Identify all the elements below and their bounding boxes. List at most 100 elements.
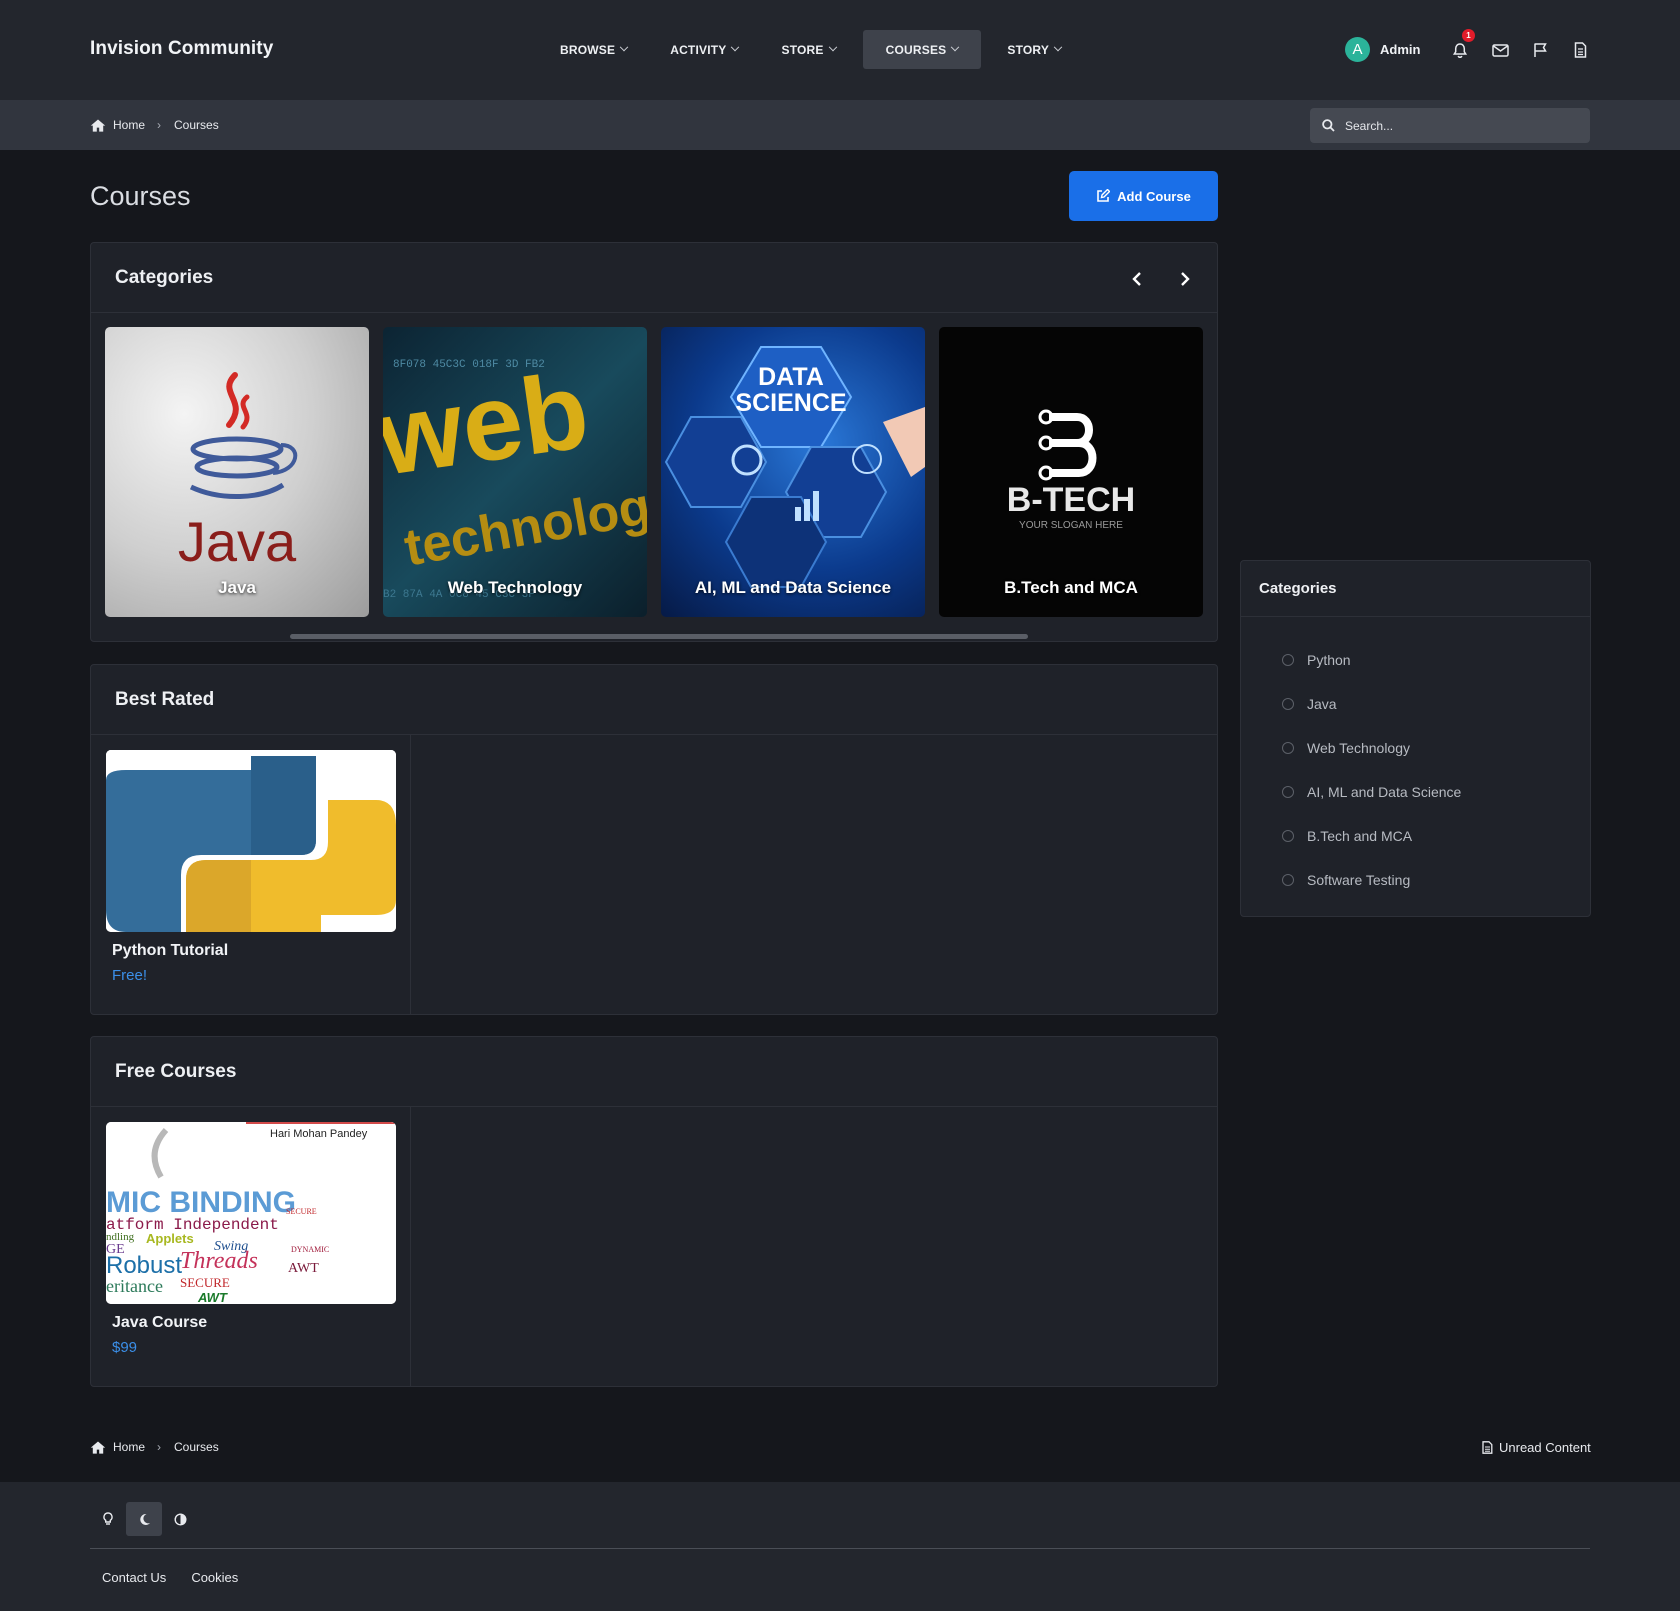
moon-icon xyxy=(139,1513,150,1525)
notifications-button[interactable]: 1 xyxy=(1440,29,1480,62)
svg-text:DYNAMIC: DYNAMIC xyxy=(291,1245,329,1254)
nav-activity[interactable]: ACTIVITY xyxy=(658,30,750,69)
best-rated-title: Best Rated xyxy=(115,688,215,710)
categories-panel: Categories Java Java 8F078 45C3C 018F 3D… xyxy=(90,242,1218,642)
course-name[interactable]: Java Course xyxy=(112,1314,207,1332)
best-rated-panel: Best Rated Python Tutorial Free! xyxy=(90,664,1218,1015)
cookies-link[interactable]: Cookies xyxy=(191,1570,238,1585)
nav-activity-label: ACTIVITY xyxy=(670,42,727,57)
sidebar-categories: Categories Python Java Web Technology AI… xyxy=(1240,560,1591,917)
reports-button[interactable] xyxy=(1520,38,1560,62)
category-card-java[interactable]: Java Java xyxy=(105,327,369,617)
sidebar-item-label: AI, ML and Data Science xyxy=(1307,784,1462,800)
breadcrumb-current[interactable]: Courses xyxy=(174,118,219,132)
chevron-down-icon xyxy=(731,42,740,51)
contact-us-link[interactable]: Contact Us xyxy=(102,1570,166,1585)
python-course-image[interactable] xyxy=(106,750,396,932)
sidebar-item-label: Python xyxy=(1307,652,1351,668)
breadcrumb-current[interactable]: Courses xyxy=(174,1440,219,1454)
carousel-scrollbar[interactable] xyxy=(95,632,1213,640)
web-technology-image: 8F078 45C3C 018F 3D FB2 B2 87A 4A 0C8 45… xyxy=(383,349,647,601)
nav-browse[interactable]: BROWSE xyxy=(548,30,639,69)
nav-browse-label: BROWSE xyxy=(560,42,616,57)
chevron-left-icon xyxy=(1132,272,1141,286)
java-logo-image: Java xyxy=(178,372,298,573)
light-theme-button[interactable] xyxy=(90,1502,126,1536)
svg-text:SECURE: SECURE xyxy=(286,1207,317,1216)
sidebar-item-label: Java xyxy=(1307,696,1337,712)
category-label-btech-mca: B.Tech and MCA xyxy=(1004,578,1138,597)
course-price: Free! xyxy=(112,967,148,984)
chevron-right-icon: › xyxy=(157,118,162,132)
course-card-python[interactable]: Python Tutorial Free! xyxy=(91,735,411,1014)
carousel-next-button[interactable] xyxy=(1173,267,1197,291)
content-button[interactable] xyxy=(1560,38,1600,62)
course-card-java[interactable]: Hari Mohan Pandey MIC BINDING atform Ind… xyxy=(91,1107,411,1386)
categories-panel-header: Categories xyxy=(91,243,1217,313)
category-card-btech-mca[interactable]: B-TECH YOUR SLOGAN HERE B.Tech and MCA xyxy=(939,327,1203,617)
free-courses-title: Free Courses xyxy=(115,1060,237,1082)
search-box[interactable] xyxy=(1310,108,1590,143)
sidebar-item-java[interactable]: Java xyxy=(1241,682,1590,726)
chevron-down-icon xyxy=(1053,42,1063,51)
course-name[interactable]: Python Tutorial xyxy=(112,942,228,960)
auto-theme-button[interactable] xyxy=(162,1502,198,1536)
sidebar-item-data-science[interactable]: AI, ML and Data Science xyxy=(1241,770,1590,814)
carousel-scrollbar-thumb[interactable] xyxy=(290,634,1028,639)
main-nav: BROWSE ACTIVITY STORE COURSES STORY xyxy=(548,30,1092,69)
btech-image: B-TECH YOUR SLOGAN HERE xyxy=(1007,409,1135,531)
unread-content-link[interactable]: Unread Content xyxy=(1482,1440,1591,1455)
add-course-button[interactable]: Add Course xyxy=(1069,171,1218,221)
nav-story[interactable]: STORY xyxy=(995,30,1073,69)
envelope-icon xyxy=(1491,43,1509,57)
add-course-label: Add Course xyxy=(1117,188,1191,204)
site-header: Invision Community BROWSE ACTIVITY STORE… xyxy=(0,0,1680,100)
bell-icon xyxy=(1452,42,1468,58)
contrast-icon xyxy=(173,1512,187,1526)
java-course-image[interactable]: Hari Mohan Pandey MIC BINDING atform Ind… xyxy=(106,1122,396,1304)
breadcrumb-home[interactable]: Home xyxy=(113,1440,145,1454)
footer-divider xyxy=(90,1548,1590,1549)
sidebar-category-list: Python Java Web Technology AI, ML and Da… xyxy=(1241,617,1590,902)
sidebar-title: Categories xyxy=(1241,561,1590,617)
flag-icon xyxy=(1533,43,1547,57)
radio-circle-icon xyxy=(1282,742,1294,754)
sidebar-item-btech-mca[interactable]: B.Tech and MCA xyxy=(1241,814,1590,858)
nav-courses-label: COURSES xyxy=(885,42,947,57)
nav-store[interactable]: STORE xyxy=(769,30,847,69)
breadcrumb-home[interactable]: Home xyxy=(113,118,145,132)
bottom-breadcrumb: Home › Courses xyxy=(90,1440,219,1454)
sidebar-item-software-testing[interactable]: Software Testing xyxy=(1241,858,1590,902)
sidebar-item-label: Software Testing xyxy=(1307,872,1411,888)
radio-circle-icon xyxy=(1282,874,1294,886)
category-label-java: Java xyxy=(218,578,256,597)
home-icon xyxy=(90,119,106,132)
data-science-image: DATA SCIENCE xyxy=(664,346,925,588)
wordcloud-word: Robust xyxy=(106,1252,182,1279)
messages-button[interactable] xyxy=(1480,38,1520,62)
java-logo-text: Java xyxy=(178,510,297,573)
wordcloud-word: eritance xyxy=(106,1276,163,1296)
search-input[interactable] xyxy=(1345,118,1565,133)
document-icon xyxy=(1574,42,1586,58)
avatar: A xyxy=(1345,37,1370,62)
wordcloud-word: MIC BINDING xyxy=(106,1186,296,1219)
search-icon xyxy=(1322,119,1335,132)
category-card-data-science[interactable]: DATA SCIENCE AI, ML and Data Science xyxy=(661,327,925,617)
sidebar-item-python[interactable]: Python xyxy=(1241,638,1590,682)
unread-content-label: Unread Content xyxy=(1499,1440,1591,1455)
category-card-web-technology[interactable]: 8F078 45C3C 018F 3D FB2 B2 87A 4A 0C8 45… xyxy=(383,327,647,617)
nav-courses[interactable]: COURSES xyxy=(862,30,982,69)
category-label-web-technology: Web Technology xyxy=(447,578,583,597)
theme-switcher xyxy=(90,1502,198,1536)
chevron-down-icon xyxy=(619,42,629,51)
user-menu[interactable]: A Admin xyxy=(1345,37,1420,62)
wordcloud-word: Applets xyxy=(146,1231,194,1246)
dark-theme-button[interactable] xyxy=(126,1502,162,1536)
notification-badge: 1 xyxy=(1462,29,1475,42)
btech-slogan-text: YOUR SLOGAN HERE xyxy=(1019,520,1123,531)
carousel-prev-button[interactable] xyxy=(1125,267,1149,291)
site-logo[interactable]: Invision Community xyxy=(90,38,273,60)
category-carousel: Java Java 8F078 45C3C 018F 3D FB2 B2 87A… xyxy=(105,327,1217,617)
sidebar-item-web-technology[interactable]: Web Technology xyxy=(1241,726,1590,770)
